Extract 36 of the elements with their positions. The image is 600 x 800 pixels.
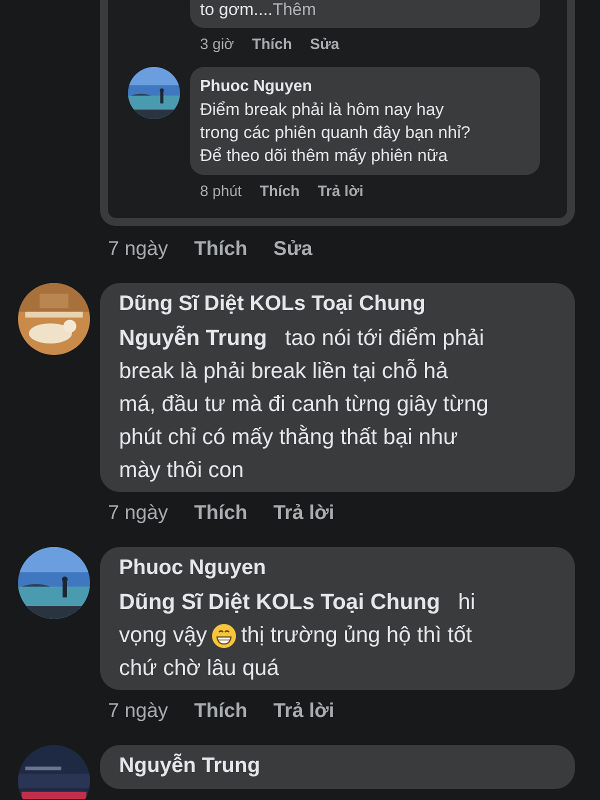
author-name[interactable]: Nguyễn Trung bbox=[119, 749, 556, 783]
action-link[interactable]: Trả lời bbox=[273, 700, 334, 723]
comment-text: to gơm.... bbox=[200, 0, 273, 19]
comment-text: trong các phiên quanh đây bạn nhỉ? bbox=[200, 123, 470, 142]
comment-text: thị trường ủng hộ thì tốt bbox=[241, 622, 472, 647]
see-more-link[interactable]: Thêm bbox=[272, 0, 316, 19]
action-link[interactable]: Thích bbox=[194, 238, 248, 261]
action-link[interactable]: Thích bbox=[260, 183, 300, 200]
action-link[interactable]: Trả lời bbox=[318, 183, 364, 200]
comment-text: tao nói tới điểm phải bbox=[285, 325, 484, 350]
comment-text: phút chỉ có mấy thằng thất bại như bbox=[119, 424, 458, 449]
timestamp: 7 ngày bbox=[108, 502, 168, 525]
timestamp: 7 ngày bbox=[108, 700, 168, 723]
timestamp: 8 phút bbox=[200, 183, 242, 200]
comment-text: chứ chờ lâu quá bbox=[119, 655, 280, 680]
action-link[interactable]: Sửa bbox=[273, 238, 312, 261]
action-link[interactable]: Trả lời bbox=[273, 502, 334, 525]
comment-text: mày thôi con bbox=[119, 457, 244, 482]
comment-text: hi bbox=[458, 589, 476, 614]
action-link[interactable]: Thích bbox=[194, 700, 248, 723]
action-link[interactable]: Thích bbox=[194, 502, 248, 525]
grinning-face-icon bbox=[211, 623, 238, 650]
timestamp: 3 giờ bbox=[200, 36, 234, 53]
action-link[interactable]: Thích bbox=[252, 36, 292, 53]
action-link[interactable]: Sửa bbox=[310, 36, 340, 53]
comment-text: vọng vậy bbox=[119, 622, 208, 647]
author-name[interactable]: Dũng Sĩ Diệt KOLs Toại Chung bbox=[119, 287, 556, 321]
comment-text: Để theo dõi thêm mấy phiên nữa bbox=[200, 146, 448, 165]
timestamp: 7 ngày bbox=[108, 238, 168, 261]
mention-link[interactable]: Nguyễn Trung bbox=[119, 325, 267, 350]
author-name[interactable]: Phuoc Nguyen bbox=[200, 75, 530, 98]
author-name[interactable]: Phuoc Nguyen bbox=[119, 551, 556, 585]
comment-text: má, đầu tư mà đi canh từng giây từng bbox=[119, 391, 488, 416]
mention-link[interactable]: Dũng Sĩ Diệt KOLs Toại Chung bbox=[119, 589, 440, 614]
comment-text: break là phải break liền tại chỗ hả bbox=[119, 358, 448, 383]
comment-text: Điểm break phải là hôm nay hay bbox=[200, 100, 444, 119]
